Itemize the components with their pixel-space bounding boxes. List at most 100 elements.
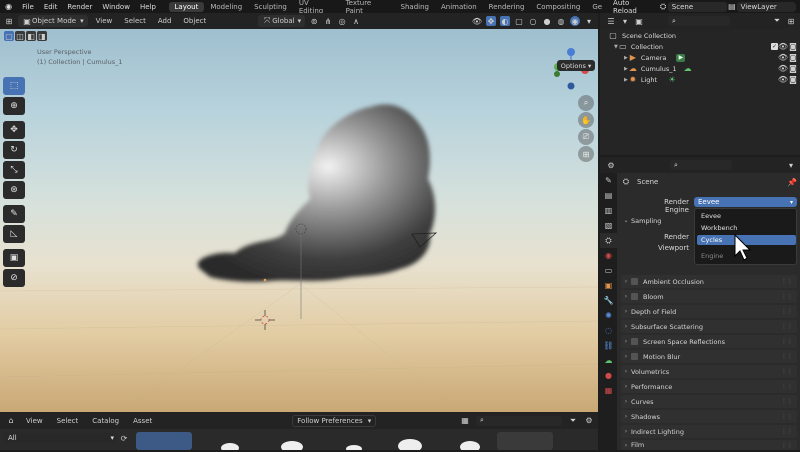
asset-thumbnail[interactable] [196,432,252,452]
workspace-tab-animation[interactable]: Animation [435,2,483,12]
asset-thumbnail[interactable] [376,432,432,452]
scene-tab-icon[interactable]: ⛭ [600,233,617,248]
outliner-row-light[interactable]: ▶ ✹ Light ☀ 👁 ◙ [600,74,800,85]
drag-handle-icon[interactable]: ⋮⋮ [781,323,793,330]
solid-shading-icon[interactable]: ● [542,16,552,26]
workspace-tab-modeling[interactable]: Modeling [204,2,248,12]
properties-options-icon[interactable]: ▾ [786,160,796,170]
rendered-shading-icon[interactable]: ◉ [570,16,580,26]
panel-shadows[interactable]: › Shadows ⋮⋮ [621,410,797,423]
3d-cursor[interactable] [255,310,275,330]
workspace-tab-geometry[interactable]: Ge [586,2,608,12]
pivot-icon[interactable]: ⊚ [309,16,319,26]
camera-render-icon[interactable]: ◙ [788,75,798,85]
menu-render[interactable]: Render [62,3,97,11]
select-subtract-icon[interactable]: ◧ [26,31,36,41]
options-dropdown[interactable]: Options ▾ [557,60,595,71]
zoom-icon[interactable]: ⌕ [578,95,594,111]
pin-icon[interactable]: 📌 [787,177,797,187]
annotate-tool-icon[interactable]: ✎ [3,205,25,223]
texture-tab-icon[interactable]: ▦ [600,383,617,398]
panel-film[interactable]: › Film ⋮⋮ [621,440,797,450]
particles-tab-icon[interactable]: ✺ [600,308,617,323]
object-mode-dropdown[interactable]: ▣ Object Mode ▾ [18,15,88,27]
drag-handle-icon[interactable]: ⋮⋮ [781,368,793,375]
proportional-edit-icon[interactable]: ◎ [337,16,347,26]
camera-view-icon[interactable]: ⎚ [578,129,594,145]
follow-preferences-dropdown[interactable]: Follow Preferences ▾ [292,414,377,427]
visibility-icon[interactable]: 👁 [472,16,482,26]
workspace-tab-rendering[interactable]: Rendering [483,2,531,12]
physics-tab-icon[interactable]: ◌ [600,323,617,338]
panel-bloom[interactable]: › Bloom ⋮⋮ [621,290,797,303]
menu-file[interactable]: File [17,3,39,11]
cursor-tool-icon[interactable]: ⊕ [3,97,25,115]
panel-subsurface-scattering[interactable]: › Subsurface Scattering ⋮⋮ [621,320,797,333]
camera-render-icon[interactable]: ◙ [788,53,798,63]
panel-performance[interactable]: › Performance ⋮⋮ [621,380,797,393]
enable-checkbox[interactable] [631,338,638,345]
measure-tool-icon[interactable]: ◺ [3,225,25,243]
outliner-row-scene-collection[interactable]: ▢ Scene Collection [600,30,800,41]
asset-library-dropdown[interactable]: All ▾ [4,433,118,443]
eye-icon[interactable]: 👁 [778,64,788,74]
menu-view[interactable]: View [92,15,117,27]
display-mode-icon[interactable]: ▾ [620,16,630,26]
workspace-tab-compositing[interactable]: Compositing [530,2,586,12]
drag-handle-icon[interactable]: ⋮⋮ [781,383,793,390]
select-extend-icon[interactable]: ◫ [15,31,25,41]
panel-depth-of-field[interactable]: › Depth of Field ⋮⋮ [621,305,797,318]
drag-handle-icon[interactable]: ⋮⋮ [781,338,793,345]
eye-icon[interactable]: 👁 [778,42,788,52]
move-tool-icon[interactable]: ✥ [3,121,25,139]
scene-selector[interactable]: Scene [667,1,728,12]
output-tab-icon[interactable]: ▥ [600,203,617,218]
shading-options-icon[interactable]: ▾ [584,16,594,26]
display-mode-icon[interactable]: ▦ [460,416,470,426]
asset-thumbnail[interactable] [497,432,553,450]
panel-volumetrics[interactable]: › Volumetrics ⋮⋮ [621,365,797,378]
properties-search-input[interactable]: ⌕ [670,160,732,170]
editor-type-icon[interactable]: ⊞ [4,16,14,26]
asset-menu-asset[interactable]: Asset [129,415,156,427]
pan-hand-icon[interactable]: ✋ [578,112,594,128]
3d-viewport[interactable]: ⬚ ⊕ ✥ ↻ ⤡ ⊛ ✎ ◺ ▣ ⊘ Options ▾ ⌕ ✋ ⎚ ⊞ [0,29,598,412]
asset-menu-view[interactable]: View [22,415,47,427]
menu-help[interactable]: Help [135,3,161,11]
workspace-tab-sculpting[interactable]: Sculpting [248,2,293,12]
data-tab-icon[interactable]: ☁ [600,353,617,368]
drag-handle-icon[interactable]: ⋮⋮ [781,278,793,285]
drag-handle-icon[interactable]: ⋮⋮ [781,398,793,405]
properties-editor-icon[interactable]: ⚙ [606,160,616,170]
asset-thumbnail[interactable] [316,432,372,452]
filter-icon[interactable]: ⏷ [568,416,578,426]
world-tab-icon[interactable]: ◉ [600,248,617,263]
asset-search-input[interactable]: ⌕ [476,415,562,426]
drag-handle-icon[interactable]: ⋮⋮ [781,308,793,315]
scale-tool-icon[interactable]: ⤡ [3,161,25,179]
render-tab-icon[interactable]: ▤ [600,188,617,203]
camera-render-icon[interactable]: ◙ [788,64,798,74]
menu-add[interactable]: Add [154,15,176,27]
object-tab-icon[interactable]: ▣ [600,278,617,293]
outliner-row-cumulus[interactable]: ▶ ☁ Cumulus_1 ☁ 👁 ◙ [600,63,800,74]
select-invert-icon[interactable]: ◨ [37,31,47,41]
transform-tool-icon[interactable]: ⊛ [3,181,25,199]
asset-menu-catalog[interactable]: Catalog [88,415,123,427]
panel-motion-blur[interactable]: › Motion Blur ⋮⋮ [621,350,797,363]
drag-handle-icon[interactable]: ⋮⋮ [781,353,793,360]
xray-icon[interactable]: ▢ [514,16,524,26]
new-collection-icon[interactable]: ⊞ [786,16,796,26]
gizmo-icon[interactable]: ✥ [486,16,496,26]
asset-settings-gear-icon[interactable]: ⚙ [584,416,594,426]
material-tab-icon[interactable]: ● [600,368,617,383]
eye-icon[interactable]: 👁 [778,53,788,63]
panel-screen-space-reflections[interactable]: › Screen Space Reflections ⋮⋮ [621,335,797,348]
menu-select[interactable]: Select [120,15,150,27]
wireframe-shading-icon[interactable]: ○ [528,16,538,26]
render-engine-dropdown[interactable]: Eevee ▾ [694,197,797,207]
outliner-editor-icon[interactable]: ☰ [606,16,616,26]
modifier-tab-icon[interactable]: 🔧 [600,293,617,308]
add-object-tool-icon[interactable]: ⊘ [3,269,25,287]
select-new-icon[interactable]: ▢ [4,31,14,41]
